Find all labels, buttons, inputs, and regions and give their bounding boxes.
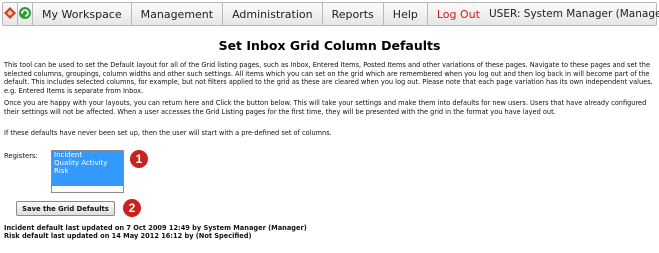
logout-link[interactable]: Log Out [428,3,489,25]
refresh-button[interactable] [18,3,33,25]
register-option-quality-activity[interactable]: Quality Activity [52,159,123,167]
description-paragraph-2: Once you are happy with your layouts, yo… [4,99,647,116]
nav-management[interactable]: Management [132,3,224,25]
save-grid-defaults-button[interactable]: Save the Grid Defaults [16,201,115,216]
refresh-icon [18,6,32,23]
listbox-selection-fill [52,175,123,186]
registers-listbox[interactable]: Incident Quality Activity Risk [51,150,124,193]
nav-help[interactable]: Help [384,3,428,25]
callout-badge-2: 2 [123,199,141,217]
nav-reports[interactable]: Reports [323,3,384,25]
nav-administration[interactable]: Administration [223,3,323,25]
back-icon [3,6,17,23]
description-paragraph-3: If these defaults have never been set up… [4,129,332,137]
top-nav-bar: My Workspace Management Administration R… [2,2,659,26]
register-option-risk[interactable]: Risk [52,167,123,175]
description-paragraph-1: This tool can be used to set the Default… [4,61,653,95]
incident-default-status: Incident default last updated on 7 Oct 2… [4,224,307,232]
nav-my-workspace[interactable]: My Workspace [33,3,132,25]
page-title: Set Inbox Grid Column Defaults [218,38,441,53]
back-button[interactable] [3,3,18,25]
risk-default-status: Risk default last updated on 14 May 2012… [4,232,252,240]
register-option-incident[interactable]: Incident [52,151,123,159]
current-user-label: USER: System Manager (Manager) [488,8,659,20]
registers-label: Registers: [4,152,38,160]
callout-badge-1: 1 [130,150,148,168]
